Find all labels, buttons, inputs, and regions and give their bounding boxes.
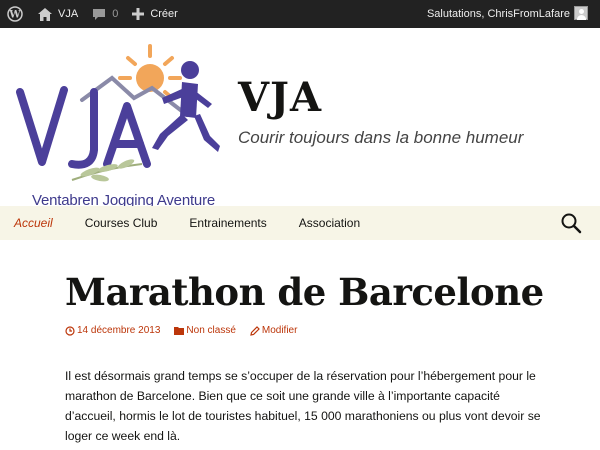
folder-icon bbox=[174, 327, 185, 335]
site-description: Courir toujours dans la bonne humeur bbox=[238, 128, 524, 147]
home-icon bbox=[38, 7, 52, 21]
site-logo[interactable]: Ventabren Jogging Aventure bbox=[12, 40, 222, 209]
post-content: Il est désormais grand temps se s’occupe… bbox=[65, 369, 541, 443]
comments-link[interactable]: 0 bbox=[85, 0, 125, 28]
nav-item-entrainements[interactable]: Entrainements bbox=[173, 206, 282, 240]
comments-count: 0 bbox=[112, 8, 119, 20]
wordpress-logo-icon[interactable]: W bbox=[0, 0, 31, 28]
greeting-text: Salutations, ChrisFromLafare bbox=[426, 8, 570, 20]
post-title[interactable]: Marathon de Barcelone bbox=[65, 270, 544, 314]
post-date: 14 décembre 2013 bbox=[77, 325, 161, 336]
search-button[interactable] bbox=[560, 212, 582, 234]
admin-bar: W VJA 0 Créer Salutations, ChrisFromLafa… bbox=[0, 0, 600, 28]
clock-icon bbox=[65, 325, 75, 336]
site-header: Ventabren Jogging Aventure VJA Courir to… bbox=[0, 28, 600, 209]
comment-icon bbox=[93, 8, 106, 20]
new-content-label: Créer bbox=[150, 8, 178, 20]
main-navigation: Accueil Courses Club Entrainements Assoc… bbox=[0, 206, 600, 240]
plus-icon bbox=[132, 8, 145, 20]
post-category-link[interactable]: Non classé bbox=[174, 325, 236, 336]
site-name-link[interactable]: VJA bbox=[31, 0, 85, 28]
avatar[interactable] bbox=[574, 6, 588, 20]
post-edit: Modifier bbox=[261, 325, 298, 336]
post-date-link[interactable]: 14 décembre 2013 bbox=[65, 325, 160, 336]
nav-item-association[interactable]: Association bbox=[283, 206, 376, 240]
post-category: Non classé bbox=[186, 325, 236, 336]
nav-item-courses-club[interactable]: Courses Club bbox=[69, 206, 174, 240]
post-meta: 14 décembre 2013 Non classé Modifier bbox=[65, 325, 297, 336]
nav-item-accueil[interactable]: Accueil bbox=[0, 206, 69, 240]
svg-text:W: W bbox=[8, 10, 21, 21]
post-edit-link[interactable]: Modifier bbox=[250, 325, 298, 336]
site-title[interactable]: VJA bbox=[238, 74, 322, 121]
pencil-icon bbox=[250, 325, 260, 336]
new-content-link[interactable]: Créer bbox=[125, 0, 185, 28]
search-icon bbox=[561, 213, 582, 234]
site-name-label: VJA bbox=[58, 8, 79, 20]
